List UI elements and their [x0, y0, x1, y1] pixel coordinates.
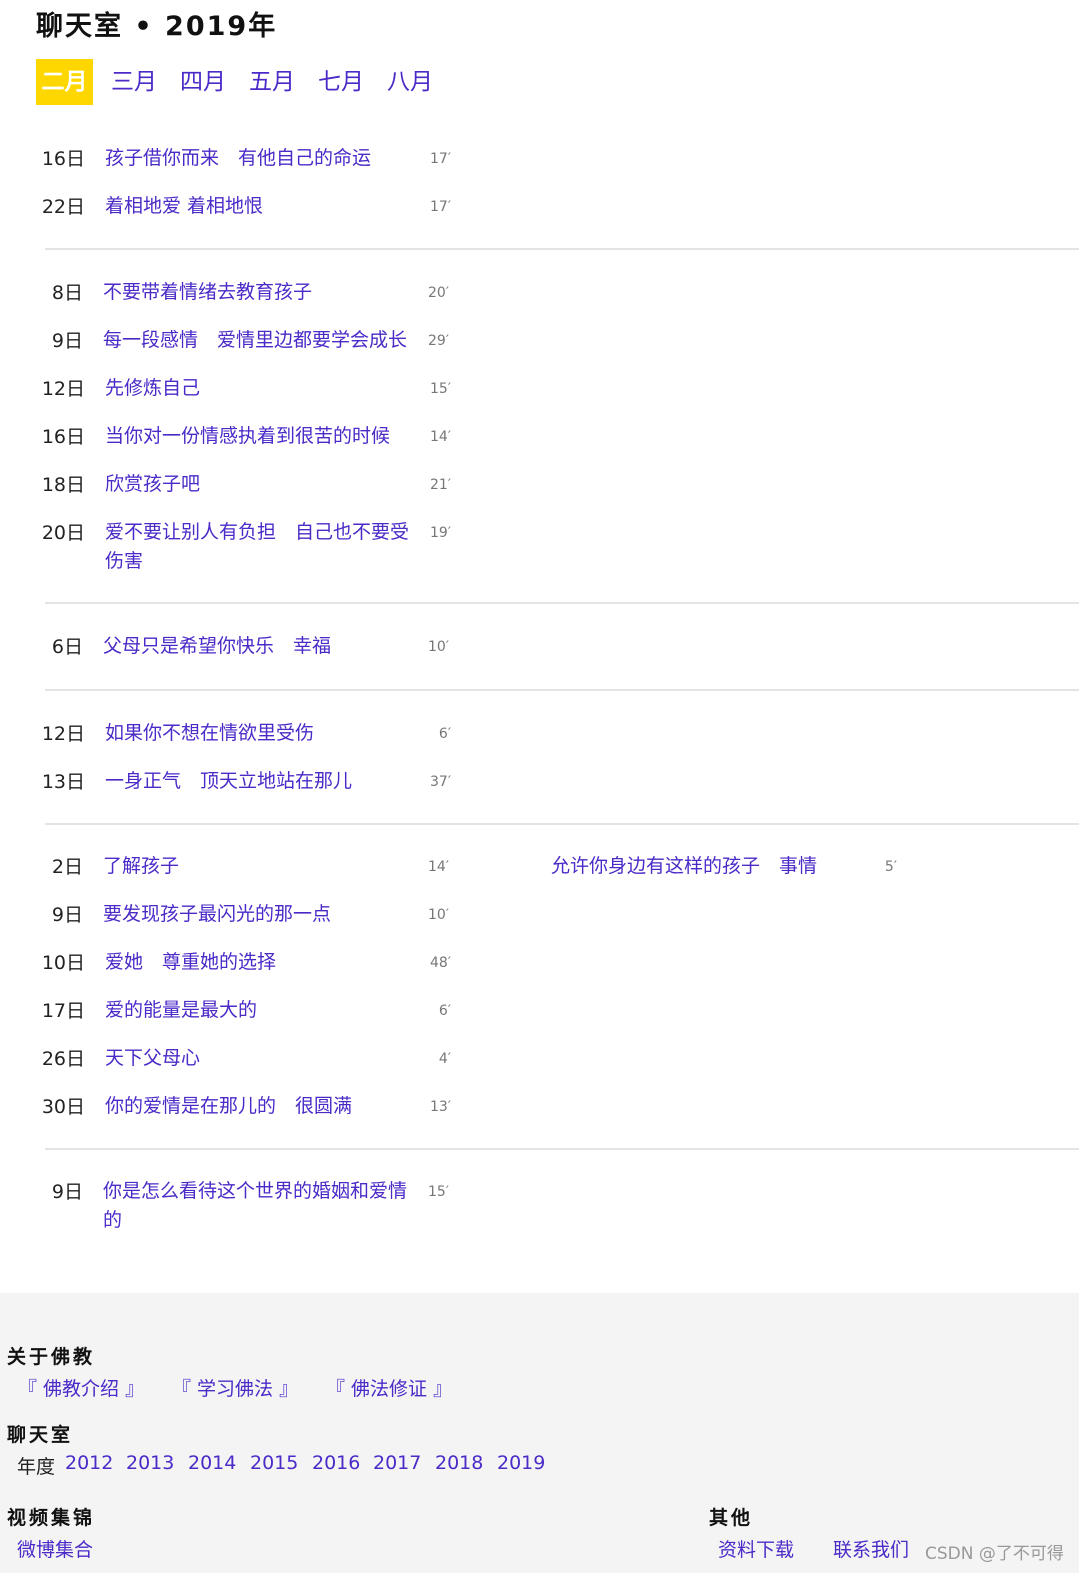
entry-duration: 15′ [430, 381, 451, 397]
entry-title-link[interactable]: 先修炼自己 [105, 374, 417, 403]
entry-duration: 14′ [430, 429, 451, 445]
entry-title-link[interactable]: 不要带着情绪去教育孩子 [103, 278, 415, 307]
site-footer: 关于佛教 『 佛教介绍 』 『 学习佛法 』 『 佛法修证 』 聊天室 年度 2… [0, 1293, 1079, 1573]
entry-day: 12日 [41, 378, 85, 400]
entry-title-link[interactable]: 着相地爱 着相地恨 [105, 192, 417, 221]
entry-day: 10日 [41, 952, 85, 974]
footer-link-contact-us[interactable]: 联系我们 [833, 1535, 909, 1562]
entry-title-link[interactable]: 爱的能量是最大的 [105, 996, 417, 1025]
entry-day: 18日 [41, 474, 85, 496]
footer-year-2017[interactable]: 2017 [373, 1452, 421, 1474]
footer-year-2018[interactable]: 2018 [435, 1452, 483, 1474]
group-divider [45, 248, 1079, 250]
entry-day: 9日 [51, 904, 83, 926]
footer-link-dharma-practice[interactable]: 『 佛法修证 』 [326, 1374, 452, 1401]
footer-year-2015[interactable]: 2015 [250, 1452, 298, 1474]
entry-duration: 10′ [428, 639, 449, 655]
footer-link-buddhism-intro[interactable]: 『 佛教介绍 』 [18, 1374, 144, 1401]
entry-title-link[interactable]: 当你对一份情感执着到很苦的时候 [105, 422, 417, 451]
entry-day: 9日 [51, 1181, 83, 1203]
footer-year-2014[interactable]: 2014 [188, 1452, 236, 1474]
entry-day: 17日 [41, 1000, 85, 1022]
footer-year-2016[interactable]: 2016 [312, 1452, 360, 1474]
entry-title-link[interactable]: 一身正气 顶天立地站在那儿 [105, 767, 417, 796]
group-divider [45, 689, 1079, 691]
footer-link-downloads[interactable]: 资料下载 [718, 1535, 794, 1562]
entry-title-link[interactable]: 你的爱情是在那儿的 很圆满 [105, 1092, 417, 1121]
entry-title-link[interactable]: 天下父母心 [105, 1044, 417, 1073]
entry-title-link[interactable]: 要发现孩子最闪光的那一点 [103, 900, 415, 929]
entry-duration: 21′ [430, 477, 451, 493]
entry-duration: 17′ [430, 199, 451, 215]
entry-day: 26日 [41, 1048, 85, 1070]
entry-title-link[interactable]: 爱她 尊重她的选择 [105, 948, 417, 977]
entry-duration: 5′ [884, 859, 897, 875]
entry-duration: 17′ [430, 151, 451, 167]
entry-day: 8日 [51, 282, 83, 304]
entry-duration: 13′ [430, 1099, 451, 1115]
footer-link-weibo-collection[interactable]: 微博集合 [17, 1535, 93, 1562]
footer-year-2012[interactable]: 2012 [65, 1452, 113, 1474]
entry-duration: 6′ [438, 726, 451, 742]
entry-day: 30日 [41, 1096, 85, 1118]
footer-year-2019[interactable]: 2019 [497, 1452, 545, 1474]
footer-year-label: 年度 [17, 1456, 56, 1478]
entry-title-link[interactable]: 了解孩子 [103, 852, 415, 881]
entry-day: 20日 [41, 522, 85, 544]
csdn-watermark: CSDN @了不可得 [925, 1544, 1064, 1564]
entry-duration: 15′ [428, 1184, 449, 1200]
entry-duration: 29′ [428, 333, 449, 349]
entry-title-link[interactable]: 如果你不想在情欲里受伤 [105, 719, 417, 748]
entry-duration: 6′ [438, 1003, 451, 1019]
entry-title-link[interactable]: 欣赏孩子吧 [105, 470, 417, 499]
entry-day: 13日 [41, 771, 85, 793]
entry-day: 16日 [41, 426, 85, 448]
footer-year-2013[interactable]: 2013 [126, 1452, 174, 1474]
footer-heading-chatroom: 聊天室 [7, 1424, 74, 1446]
group-divider [45, 602, 1079, 604]
footer-heading-other: 其他 [709, 1507, 754, 1529]
entry-duration: 4′ [438, 1051, 451, 1067]
entry-day: 16日 [41, 148, 85, 170]
footer-heading-about: 关于佛教 [7, 1346, 96, 1368]
entry-day: 9日 [51, 330, 83, 352]
entry-duration: 19′ [430, 525, 451, 541]
entry-duration: 37′ [430, 774, 451, 790]
entry-duration: 14′ [428, 859, 449, 875]
entry-duration: 10′ [428, 907, 449, 923]
entry-title-link[interactable]: 爱不要让别人有负担 自己也不要受伤害 [105, 518, 417, 576]
entry-day: 12日 [41, 723, 85, 745]
entry-title-link[interactable]: 允许你身边有这样的孩子 事情 [551, 852, 891, 881]
entry-day: 6日 [51, 636, 83, 658]
group-divider [45, 823, 1079, 825]
group-divider [45, 1148, 1079, 1150]
entry-title-link[interactable]: 孩子借你而来 有他自己的命运 [105, 144, 417, 173]
entry-title-link[interactable]: 你是怎么看待这个世界的婚姻和爱情的 [103, 1177, 415, 1235]
footer-link-learn-dharma[interactable]: 『 学习佛法 』 [172, 1374, 298, 1401]
entry-duration: 48′ [430, 955, 451, 971]
entry-duration: 20′ [428, 285, 449, 301]
entry-title-link[interactable]: 父母只是希望你快乐 幸福 [103, 632, 415, 661]
footer-heading-video: 视频集锦 [7, 1507, 96, 1529]
entry-title-link[interactable]: 每一段感情 爱情里边都要学会成长 [103, 326, 423, 355]
entry-day: 22日 [41, 196, 85, 218]
entry-day: 2日 [51, 856, 83, 878]
entry-list: 16日 孩子借你而来 有他自己的命运 17′ 22日 着相地爱 着相地恨 17′… [0, 0, 1079, 1290]
